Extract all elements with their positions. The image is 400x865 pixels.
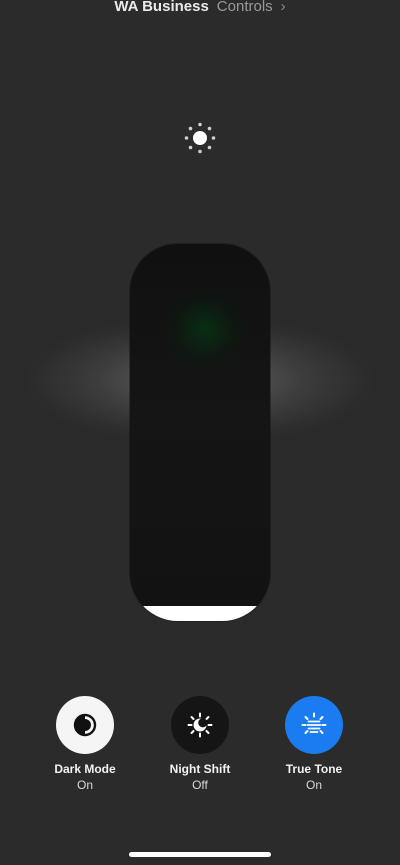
night-shift-button[interactable] (171, 696, 229, 754)
night-shift-label: Night Shift (169, 762, 231, 776)
true-tone-button[interactable] (285, 696, 343, 754)
true-tone-label: True Tone (285, 762, 343, 776)
display-toggles: Dark Mode On Night Shift Off True Tone O… (0, 696, 400, 796)
dark-mode-icon (73, 713, 97, 737)
slider-tint (160, 284, 250, 374)
dark-mode-label: Dark Mode (54, 762, 116, 776)
sun-icon (184, 122, 216, 154)
home-indicator[interactable] (129, 852, 271, 857)
controls-link[interactable]: Controls (217, 0, 273, 15)
brightness-level-fill (130, 605, 270, 621)
night-shift-state: Off (192, 778, 208, 792)
brightness-slider[interactable] (130, 244, 270, 621)
dark-mode-button[interactable] (56, 696, 114, 754)
true-tone-icon (301, 712, 327, 734)
chevron-right-icon[interactable]: › (281, 0, 286, 15)
true-tone-toggle[interactable]: True Tone On (254, 696, 374, 792)
app-name: WA Business (114, 0, 209, 15)
night-shift-toggle[interactable]: Night Shift Off (140, 696, 260, 792)
true-tone-state: On (305, 778, 322, 792)
dark-mode-toggle[interactable]: Dark Mode On (25, 696, 145, 792)
header: WA Business Controls › (0, 0, 400, 18)
dark-mode-state: On (76, 778, 93, 792)
night-shift-icon (187, 712, 213, 738)
